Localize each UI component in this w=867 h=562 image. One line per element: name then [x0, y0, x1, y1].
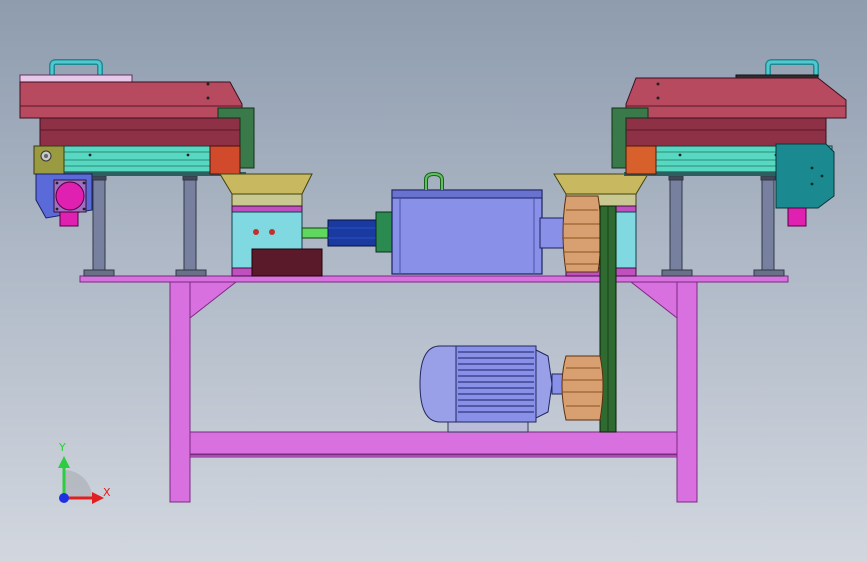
coupling-body [327, 219, 377, 247]
left-carry-handle [49, 59, 103, 76]
green-shaft [301, 227, 331, 239]
frame-crossbar-lower [189, 454, 678, 458]
machine-assembly-drawing [19, 59, 847, 504]
left-end-cap [209, 145, 241, 175]
lower-drive-pulley [561, 355, 604, 421]
frame-leg-left [169, 281, 191, 503]
upper-drive-pulley [562, 195, 602, 273]
main-motor [391, 171, 567, 275]
left-base-block [251, 248, 323, 277]
right-feed-funnel [553, 173, 649, 195]
right-carry-handle [765, 59, 819, 76]
table-top-plate [79, 275, 789, 283]
right-feeder-unit [611, 59, 847, 277]
right-drive-box [775, 143, 835, 209]
coordinate-triad-icon[interactable] [58, 456, 104, 504]
drive-shaft-coupling [301, 211, 393, 253]
lower-motor-endcap [419, 345, 457, 423]
main-motor-body [391, 189, 543, 275]
y-axis-label: Y [59, 441, 66, 454]
left-feeder-unit [19, 59, 255, 277]
right-end-cap [625, 145, 657, 175]
frame-crossbar-middle [189, 431, 678, 455]
right-support-posts [661, 175, 785, 277]
x-axis-label: X [103, 486, 111, 499]
left-feed-chamber [219, 173, 323, 277]
lifting-eye-icon [424, 171, 444, 190]
left-feed-funnel [219, 173, 313, 195]
coupling-flange [375, 211, 393, 253]
lower-motor [419, 345, 567, 433]
frame-brace-right [629, 281, 678, 320]
left-top-strip [19, 74, 133, 83]
frame-leg-right [676, 281, 698, 503]
frame-brace-left [189, 281, 238, 320]
cad-viewport[interactable]: Y X [0, 0, 867, 562]
left-drive-pulley [55, 181, 85, 211]
left-support-posts [83, 175, 207, 277]
